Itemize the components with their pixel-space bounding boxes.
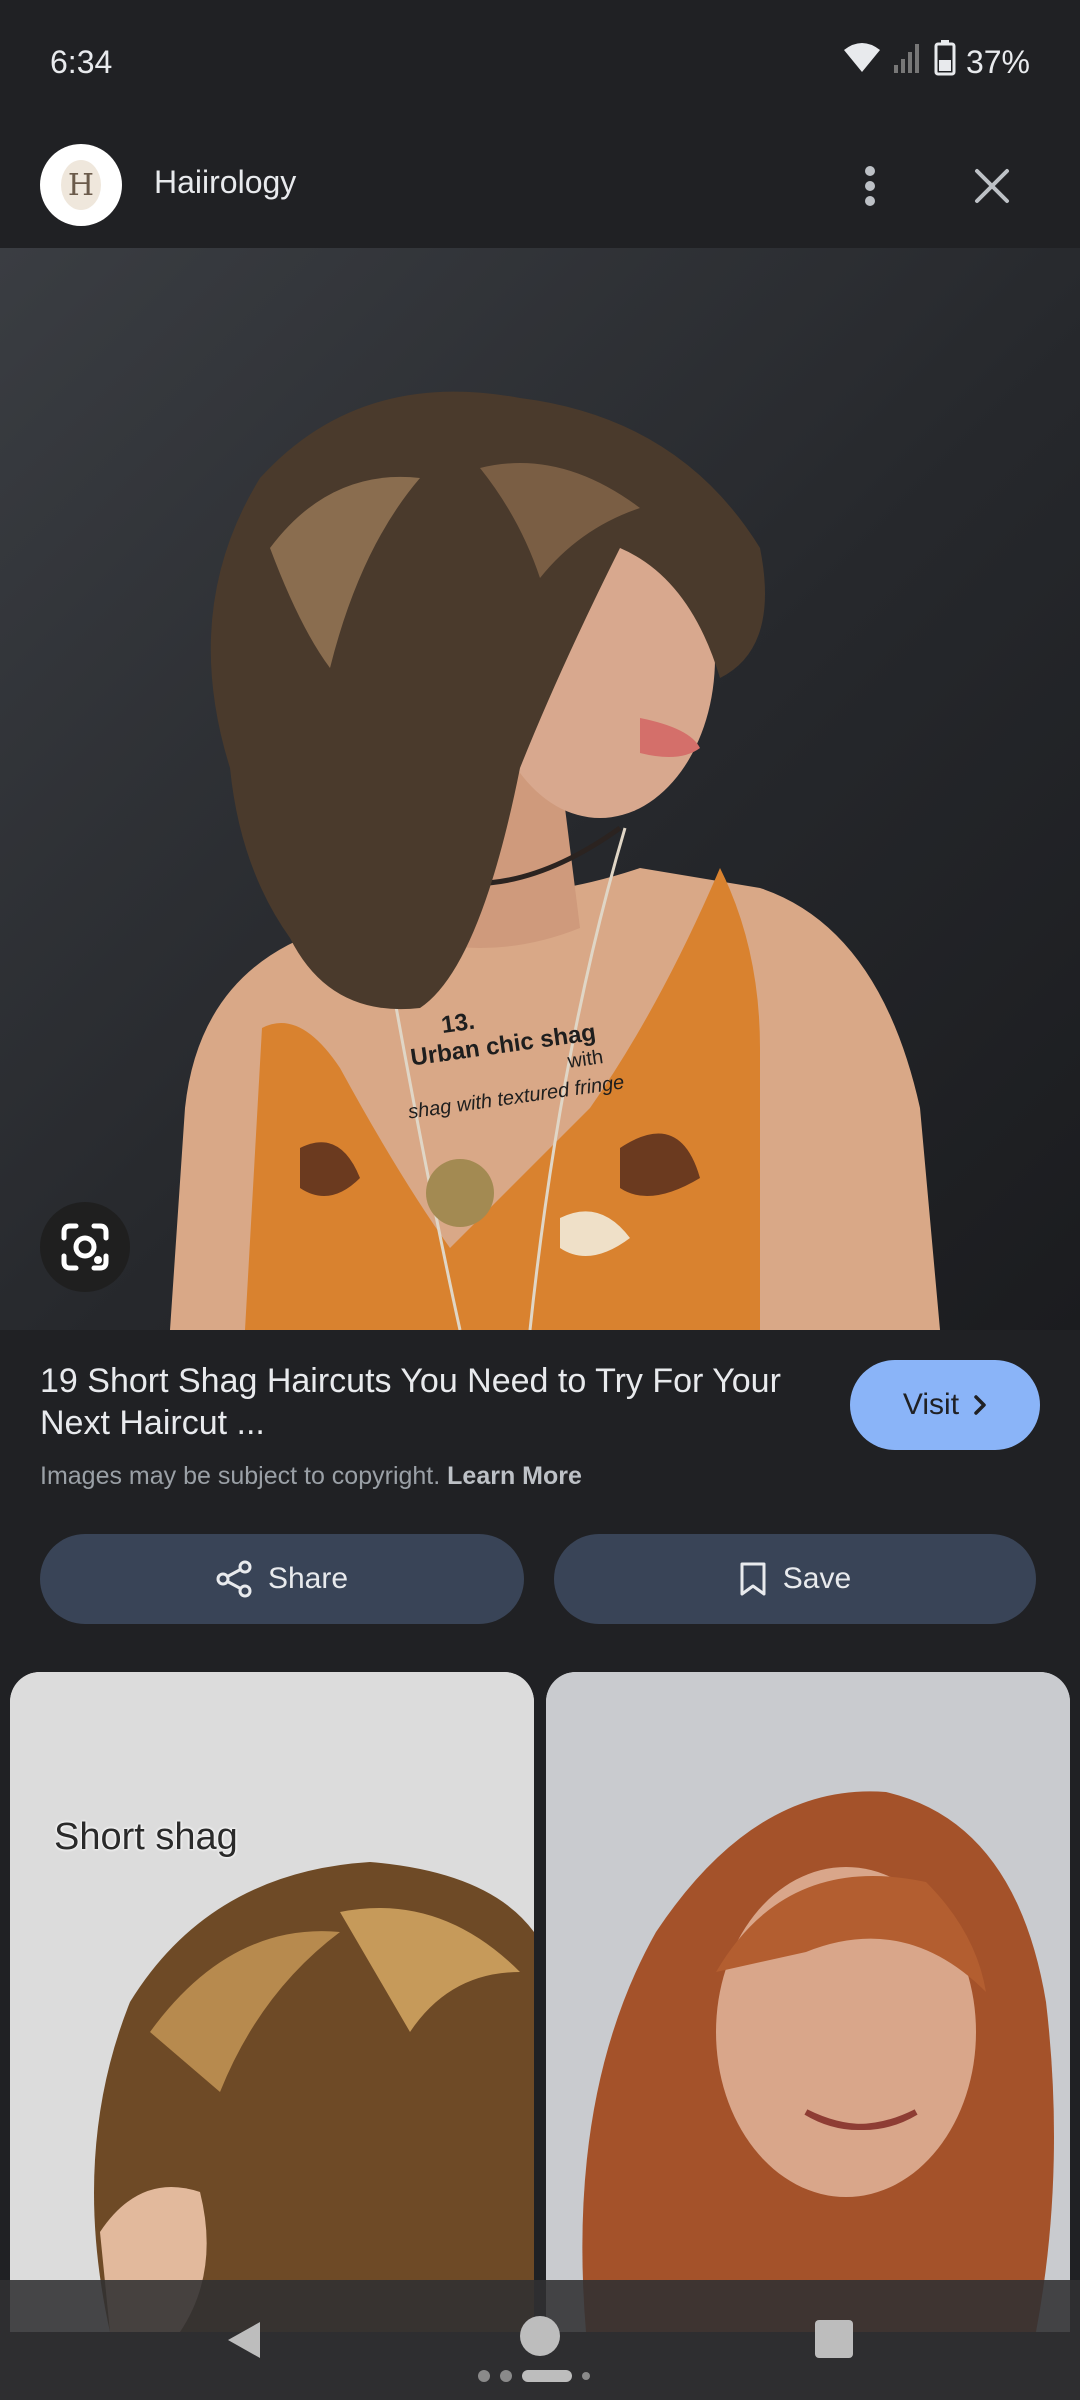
page-dot-active [522,2370,572,2382]
copyright-notice: Images may be subject to copyright. Lear… [40,1462,582,1491]
more-vert-icon [865,166,875,206]
status-bar: 6:34 37% [0,0,1080,126]
related-images-grid: Short shag [0,1672,1080,2332]
source-logo: H [61,160,101,210]
nav-home-button[interactable] [520,2316,560,2356]
more-options-button[interactable] [846,156,894,216]
copyright-text: Images may be subject to copyright. [40,1462,441,1490]
page-dot [582,2372,590,2380]
battery-icon [934,40,956,84]
source-header: H Haiirology [0,126,1080,248]
visit-button[interactable]: Visit [850,1360,1040,1450]
system-navigation-bar [0,2280,1080,2400]
share-icon [216,1560,252,1598]
share-label: Share [267,1562,349,1595]
source-name[interactable]: Haiirology [154,164,296,201]
action-buttons: Share Save [0,1510,1080,1630]
lens-icon [61,1223,109,1271]
bookmark-icon [740,1562,766,1596]
related-image-1-caption: Short shag [54,1816,238,1858]
close-button[interactable] [962,156,1022,216]
result-title[interactable]: 19 Short Shag Haircuts You Need to Try F… [40,1360,800,1444]
visit-label: Visit [902,1388,960,1421]
image-viewer-screen: 6:34 37% H Haiirology 13. Urban chic sha… [0,0,1080,2400]
related-image-2[interactable] [546,1672,1070,2332]
learn-more-link[interactable]: Learn More [447,1462,582,1490]
nav-recents-button[interactable] [815,2320,853,2358]
save-label: Save [782,1562,852,1595]
nav-back-button[interactable] [224,2320,264,2365]
related-image-1[interactable]: Short shag [10,1672,534,2332]
share-button[interactable]: Share [40,1534,524,1624]
page-dot [478,2370,490,2382]
related-image-1-art [10,1672,534,2332]
page-dot [500,2370,512,2382]
page-indicator [478,2370,590,2382]
wifi-icon [842,42,882,82]
status-time: 6:34 [50,44,113,80]
close-icon [975,169,1009,203]
portrait-illustration: 13. Urban chic shag with shag with textu… [170,391,940,1330]
overlay-text-1: 13. [440,1008,477,1039]
status-icons: 37% [842,40,1030,84]
source-avatar[interactable]: H [40,144,122,226]
chevron-right-icon [974,1395,986,1415]
google-lens-button[interactable] [40,1202,130,1292]
cell-signal-icon [892,41,924,83]
back-triangle-icon [228,2322,260,2358]
related-image-2-art [546,1672,1070,2332]
save-button[interactable]: Save [554,1534,1036,1624]
result-info: 19 Short Shag Haircuts You Need to Try F… [0,1330,1080,1510]
battery-percent: 37% [965,43,1030,80]
main-result-image[interactable]: 13. Urban chic shag with shag with textu… [0,248,1080,1330]
